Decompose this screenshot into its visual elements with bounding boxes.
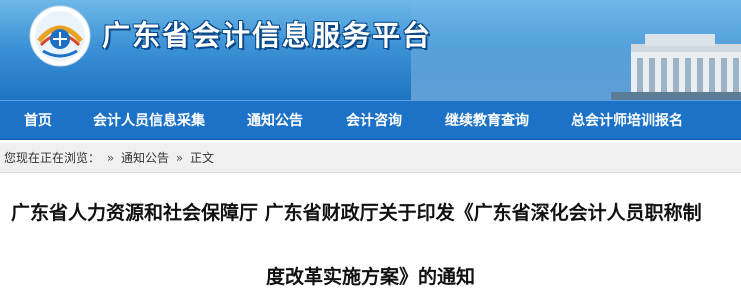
main-nav: 首页 会计人员信息采集 通知公告 会计咨询 继续教育查询 总会计师培训报名 (0, 100, 741, 140)
site-header: 广东省会计信息服务平台 (0, 0, 741, 100)
nav-item-home[interactable]: 首页 (24, 110, 52, 130)
site-logo-icon[interactable] (29, 5, 91, 67)
nav-item-consulting[interactable]: 会计咨询 (346, 110, 402, 130)
building-illustration (611, 34, 741, 100)
breadcrumb-prefix: 您现在正在浏览： (4, 151, 101, 165)
breadcrumb-item-notices[interactable]: 通知公告 (121, 151, 169, 165)
breadcrumb: 您现在正在浏览： » 通知公告 » 正文 (0, 143, 741, 173)
article-title-line2: 度改革实施方案》的通知 (265, 266, 475, 288)
nav-item-education-query[interactable]: 继续教育查询 (445, 110, 529, 130)
nav-item-notices[interactable]: 通知公告 (247, 110, 303, 130)
site-title: 广东省会计信息服务平台 (102, 19, 433, 52)
article-title-line1: 广东省人力资源和社会保障厅 广东省财政厅关于印发《广东省深化会计人员职称制 (11, 202, 702, 224)
breadcrumb-item-current: 正文 (190, 151, 215, 165)
breadcrumb-separator: » (106, 151, 115, 165)
nav-item-info-collection[interactable]: 会计人员信息采集 (93, 110, 205, 130)
nav-item-cfo-training[interactable]: 总会计师培训报名 (571, 110, 683, 130)
breadcrumb-separator: » (175, 151, 184, 165)
